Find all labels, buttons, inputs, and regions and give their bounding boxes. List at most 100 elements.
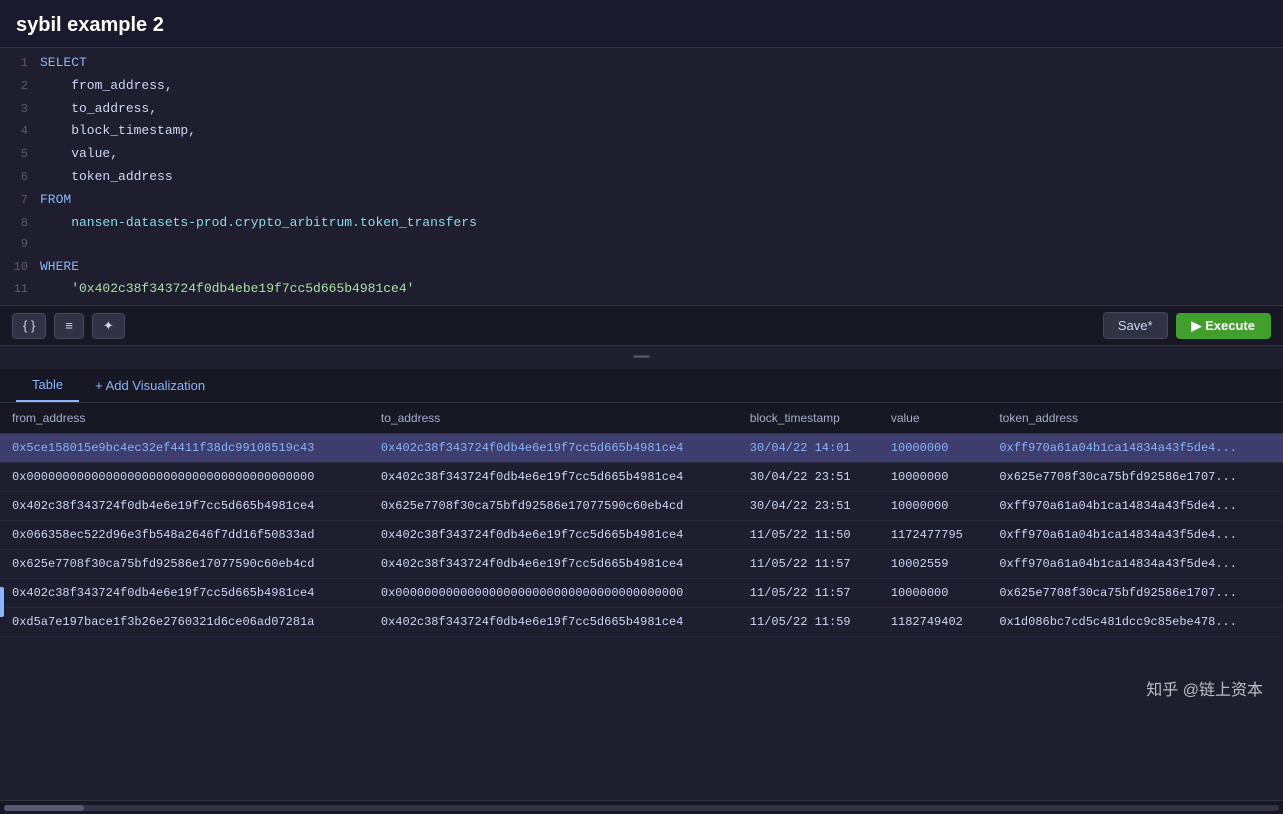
table-row: 0x00000000000000000000000000000000000000… (0, 463, 1283, 492)
line-content: from_address, (40, 76, 173, 97)
code-line: 6 token_address (0, 166, 1283, 189)
table-row: 0x402c38f343724f0db4e6e19f7cc5d665b4981c… (0, 492, 1283, 521)
col-token-address: token_address (987, 403, 1283, 434)
col-value: value (879, 403, 987, 434)
table-cell-value: 1172477795 (879, 521, 987, 550)
code-line: 1SELECT (0, 52, 1283, 75)
code-line: 2 from_address, (0, 75, 1283, 98)
line-number: 8 (0, 214, 40, 233)
table-cell-block-timestamp: 11/05/22 11:59 (738, 608, 879, 637)
table-cell-token-address: 0xff970a61a04b1ca14834a43f5de4... (987, 434, 1283, 463)
line-number: 11 (0, 280, 40, 299)
table-cell-block-timestamp: 30/04/22 23:51 (738, 463, 879, 492)
line-number: 4 (0, 122, 40, 141)
table-cell-to-address: 0x402c38f343724f0db4e6e19f7cc5d665b4981c… (369, 463, 738, 492)
table-cell-token-address: 0x625e7708f30ca75bfd92586e1707... (987, 463, 1283, 492)
scrollbar-area[interactable] (0, 800, 1283, 814)
table-cell-block-timestamp: 30/04/22 14:01 (738, 434, 879, 463)
table-cell-from-address: 0x00000000000000000000000000000000000000… (0, 463, 369, 492)
code-line: 8 nansen-datasets-prod.crypto_arbitrum.t… (0, 212, 1283, 235)
line-content: block_timestamp, (40, 121, 196, 142)
scrollbar-thumb[interactable] (4, 805, 84, 811)
code-line: 4 block_timestamp, (0, 120, 1283, 143)
line-number: 6 (0, 168, 40, 187)
line-content: nansen-datasets-prod.crypto_arbitrum.tok… (40, 213, 477, 234)
code-line: 9 (0, 234, 1283, 255)
line-number: 9 (0, 235, 40, 254)
table-cell-from-address: 0x402c38f343724f0db4e6e19f7cc5d665b4981c… (0, 579, 369, 608)
line-number: 3 (0, 100, 40, 119)
results-area: Table + Add Visualization from_address t… (0, 369, 1283, 814)
line-number: 1 (0, 54, 40, 73)
page-title: sybil example 2 (0, 0, 1283, 47)
table-cell-value: 10000000 (879, 463, 987, 492)
table-cell-from-address: 0x402c38f343724f0db4e6e19f7cc5d665b4981c… (0, 492, 369, 521)
line-number: 2 (0, 77, 40, 96)
format-star-button[interactable]: ✦ (92, 313, 125, 339)
table-row: 0x625e7708f30ca75bfd92586e17077590c60eb4… (0, 550, 1283, 579)
line-content: token_address (40, 167, 173, 188)
col-block-timestamp: block_timestamp (738, 403, 879, 434)
scrollbar-track[interactable] (4, 805, 1279, 811)
table-row: 0x066358ec522d96e3fb548a2646f7dd16f50833… (0, 521, 1283, 550)
toolbar-right: Save* ▶ Execute (1103, 312, 1271, 339)
format-table-button[interactable]: ≡ (54, 313, 84, 339)
table-row: 0x5ce158015e9bc4ec32ef4411f38dc99108519c… (0, 434, 1283, 463)
table-cell-from-address: 0x625e7708f30ca75bfd92586e17077590c60eb4… (0, 550, 369, 579)
save-button[interactable]: Save* (1103, 312, 1168, 339)
table-cell-to-address: 0x402c38f343724f0db4e6e19f7cc5d665b4981c… (369, 608, 738, 637)
code-line: 3 to_address, (0, 98, 1283, 121)
format-json-button[interactable]: { } (12, 313, 46, 339)
line-number: 7 (0, 191, 40, 210)
left-indicator (0, 587, 4, 617)
col-to-address: to_address (369, 403, 738, 434)
table-cell-value: 10000000 (879, 492, 987, 521)
table-cell-to-address: 0x402c38f343724f0db4e6e19f7cc5d665b4981c… (369, 550, 738, 579)
table-cell-token-address: 0x625e7708f30ca75bfd92586e1707... (987, 579, 1283, 608)
code-line: 5 value, (0, 143, 1283, 166)
code-line: 7FROM (0, 189, 1283, 212)
table-cell-from-address: 0x5ce158015e9bc4ec32ef4411f38dc99108519c… (0, 434, 369, 463)
code-line: 11 '0x402c38f343724f0db4ebe19f7cc5d665b4… (0, 278, 1283, 301)
table-cell-token-address: 0x1d086bc7cd5c481dcc9c85ebe478... (987, 608, 1283, 637)
table-cell-block-timestamp: 30/04/22 23:51 (738, 492, 879, 521)
line-content: value, (40, 144, 118, 165)
table-cell-to-address: 0x402c38f343724f0db4e6e19f7cc5d665b4981c… (369, 434, 738, 463)
line-content: WHERE (40, 257, 79, 278)
execute-button[interactable]: ▶ Execute (1176, 313, 1271, 339)
table-cell-block-timestamp: 11/05/22 11:57 (738, 550, 879, 579)
code-editor: 1SELECT2 from_address,3 to_address,4 blo… (0, 47, 1283, 305)
table-cell-from-address: 0xd5a7e197bace1f3b26e2760321d6ce06ad0728… (0, 608, 369, 637)
table-cell-from-address: 0x066358ec522d96e3fb548a2646f7dd16f50833… (0, 521, 369, 550)
toolbar-left: { } ≡ ✦ (12, 313, 125, 339)
tab-table[interactable]: Table (16, 369, 79, 402)
table-cell-value: 10002559 (879, 550, 987, 579)
table-row: 0x402c38f343724f0db4e6e19f7cc5d665b4981c… (0, 579, 1283, 608)
table-cell-to-address: 0x402c38f343724f0db4e6e19f7cc5d665b4981c… (369, 521, 738, 550)
line-number: 10 (0, 258, 40, 277)
table-cell-token-address: 0xff970a61a04b1ca14834a43f5de4... (987, 521, 1283, 550)
line-content: to_address, (40, 99, 157, 120)
table-cell-token-address: 0xff970a61a04b1ca14834a43f5de4... (987, 550, 1283, 579)
line-content: FROM (40, 190, 71, 211)
table-cell-token-address: 0xff970a61a04b1ca14834a43f5de4... (987, 492, 1283, 521)
table-container[interactable]: from_address to_address block_timestamp … (0, 403, 1283, 800)
table-row: 0xd5a7e197bace1f3b26e2760321d6ce06ad0728… (0, 608, 1283, 637)
table-cell-value: 10000000 (879, 434, 987, 463)
code-line: 10WHERE (0, 256, 1283, 279)
table-cell-block-timestamp: 11/05/22 11:50 (738, 521, 879, 550)
col-from-address: from_address (0, 403, 369, 434)
table-cell-value: 10000000 (879, 579, 987, 608)
table-cell-to-address: 0x00000000000000000000000000000000000000… (369, 579, 738, 608)
drag-handle[interactable]: ━━ (0, 346, 1283, 369)
tab-add-visualization[interactable]: + Add Visualization (79, 370, 221, 401)
table-cell-block-timestamp: 11/05/22 11:57 (738, 579, 879, 608)
line-content: '0x402c38f343724f0db4ebe19f7cc5d665b4981… (40, 279, 414, 300)
table-cell-to-address: 0x625e7708f30ca75bfd92586e17077590c60eb4… (369, 492, 738, 521)
results-tabs: Table + Add Visualization (0, 369, 1283, 403)
line-number: 5 (0, 145, 40, 164)
table-header-row: from_address to_address block_timestamp … (0, 403, 1283, 434)
results-table: from_address to_address block_timestamp … (0, 403, 1283, 637)
table-cell-value: 1182749402 (879, 608, 987, 637)
toolbar: { } ≡ ✦ Save* ▶ Execute (0, 305, 1283, 346)
